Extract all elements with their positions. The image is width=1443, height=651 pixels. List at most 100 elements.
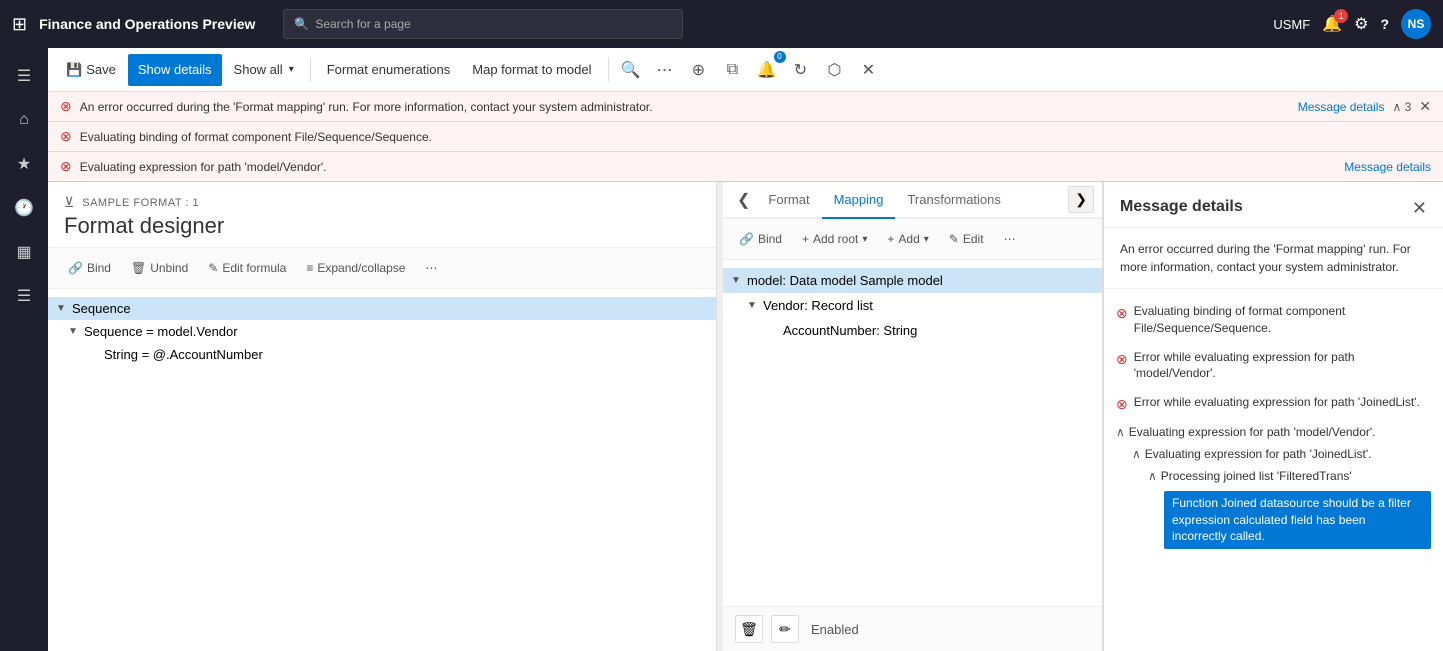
msg-error-item-2: ⊗ Error while evaluating expression for … — [1112, 343, 1435, 389]
bind-button[interactable]: 🔗 Bind — [60, 254, 119, 282]
expand-collapse-button[interactable]: ≡ Expand/collapse — [298, 254, 413, 282]
main-layout: ☰ ⌂ ★ 🕐 ▦ ☰ 💾 Save Show details Show all… — [0, 48, 1443, 651]
save-button[interactable]: 💾 Save — [56, 54, 126, 86]
tree-item-sequence[interactable]: ▼ Sequence — [48, 297, 716, 320]
designer-subtitle: SAMPLE FORMAT : 1 — [82, 197, 199, 209]
user-avatar[interactable]: NS — [1401, 9, 1431, 39]
edit-formula-button[interactable]: ✎ Edit formula — [200, 254, 294, 282]
tab-format[interactable]: Format — [756, 182, 821, 219]
search-placeholder: Search for a page — [315, 17, 410, 31]
error-icon-2: ⊗ — [60, 128, 72, 145]
msg-error-text-1: Evaluating binding of format component F… — [1134, 303, 1431, 337]
toolbar-sep-2 — [608, 58, 609, 82]
msg-tree-item-4: Function Joined datasource should be a f… — [1112, 487, 1435, 553]
refresh-button[interactable]: ↻ — [785, 54, 817, 86]
mapping-bind-button[interactable]: 🔗 Bind — [731, 225, 790, 253]
sidebar-item-workspaces[interactable]: ▦ — [4, 232, 44, 272]
tree-item-sequence-vendor-label: Sequence = model.Vendor — [84, 324, 238, 339]
notification-toolbar-button[interactable]: 🔔 0 — [751, 54, 783, 86]
model-item-root-label: model: Data model Sample model — [747, 273, 943, 288]
format-enumerations-label: Format enumerations — [327, 62, 451, 77]
show-details-button[interactable]: Show details — [128, 54, 222, 86]
msg-error-icon-3: ⊗ — [1116, 395, 1128, 415]
more-designer-button[interactable]: ⋯ — [417, 254, 445, 282]
unbind-button[interactable]: 🗑 Unbind — [123, 254, 196, 282]
close-errors-button[interactable]: ✕ — [1419, 98, 1431, 115]
message-details-link-3[interactable]: Message details — [1344, 160, 1431, 174]
edit-pencil-icon: ✎ — [949, 232, 959, 246]
collapse-errors-button[interactable]: ∧ 3 — [1392, 100, 1411, 114]
expand-sequence-icon: ▼ — [56, 303, 68, 314]
app-title: Finance and Operations Preview — [39, 16, 255, 32]
message-details-close-button[interactable]: ✕ — [1412, 198, 1427, 219]
tab-prev-button[interactable]: ❮ — [731, 184, 756, 216]
content-area: 💾 Save Show details Show all Format enum… — [48, 48, 1443, 651]
model-item-account[interactable]: AccountNumber: String — [723, 318, 1102, 343]
format-tree: ▼ Sequence ▼ Sequence = model.Vendor Str… — [48, 289, 716, 651]
add-root-label: Add root — [813, 232, 858, 246]
link-button[interactable]: ⊕ — [683, 54, 715, 86]
msg-tree-label-2: Evaluating expression for path 'JoinedLi… — [1145, 447, 1372, 461]
map-format-button[interactable]: Map format to model — [462, 54, 601, 86]
left-sidebar: ☰ ⌂ ★ 🕐 ▦ ☰ — [0, 48, 48, 651]
filter-icon: ⊻ — [64, 194, 74, 211]
model-item-root[interactable]: ▼ model: Data model Sample model — [723, 268, 1102, 293]
message-details-header: Message details ✕ — [1104, 182, 1443, 228]
format-enumerations-button[interactable]: Format enumerations — [317, 54, 461, 86]
sidebar-item-recent[interactable]: 🕐 — [4, 188, 44, 228]
tree-item-string-account[interactable]: String = @.AccountNumber — [48, 343, 716, 366]
delete-footer-button[interactable]: 🗑 — [735, 615, 763, 643]
save-label: Save — [86, 62, 116, 77]
more-options-button[interactable]: ⋯ — [649, 54, 681, 86]
tab-transformations[interactable]: Transformations — [895, 182, 1012, 219]
add-button[interactable]: + Add ▾ — [879, 225, 936, 253]
msg-tree-expand-2[interactable]: ∧ — [1132, 447, 1141, 461]
model-item-vendor[interactable]: ▼ Vendor: Record list — [723, 293, 1102, 318]
msg-tree-expand-1[interactable]: ∧ — [1116, 425, 1125, 439]
tree-item-string-account-label: String = @.AccountNumber — [104, 347, 263, 362]
msg-error-text-2: Error while evaluating expression for pa… — [1134, 349, 1431, 383]
msg-tree-expand-3[interactable]: ∧ — [1148, 469, 1157, 483]
bell-icon-btn[interactable]: 🔔 1 — [1322, 14, 1342, 34]
error-text-3: Evaluating expression for path 'model/Ve… — [80, 160, 1337, 174]
edit-button[interactable]: ✎ Edit — [941, 225, 992, 253]
help-icon-btn[interactable]: ? — [1380, 16, 1389, 32]
app-grid-icon[interactable]: ⊞ — [12, 14, 27, 35]
error-area: ⊗ An error occurred during the 'Format m… — [48, 92, 1443, 182]
expand-collapse-label: Expand/collapse — [317, 261, 405, 275]
add-root-button[interactable]: + Add root ▾ — [794, 225, 875, 253]
tree-item-sequence-label: Sequence — [72, 301, 131, 316]
search-icon: 🔍 — [294, 17, 309, 31]
main-toolbar: 💾 Save Show details Show all Format enum… — [48, 48, 1443, 92]
message-details-link-1[interactable]: Message details — [1298, 100, 1385, 114]
model-tree: ▼ model: Data model Sample model ▼ Vendo… — [723, 260, 1102, 606]
sidebar-item-favorites[interactable]: ★ — [4, 144, 44, 184]
top-nav-right: USMF 🔔 1 ⚙ ? NS — [1273, 9, 1431, 39]
external-link-button[interactable]: ⧉ — [717, 54, 749, 86]
designer-toolbar: 🔗 Bind 🗑 Unbind ✎ Edit formula ≡ Expand/… — [48, 248, 716, 289]
close-toolbar-button[interactable]: ✕ — [853, 54, 885, 86]
error-row-1: ⊗ An error occurred during the 'Format m… — [48, 92, 1443, 122]
sidebar-item-modules[interactable]: ☰ — [4, 276, 44, 316]
settings-icon-btn[interactable]: ⚙ — [1354, 14, 1368, 34]
error-text-2: Evaluating binding of format component F… — [80, 130, 1431, 144]
tab-next-button[interactable]: ❯ — [1068, 186, 1094, 213]
edit-footer-button[interactable]: ✏ — [771, 615, 799, 643]
designer-header: ⊻ SAMPLE FORMAT : 1 Format designer — [48, 182, 716, 248]
search-bar[interactable]: 🔍 Search for a page — [283, 9, 683, 39]
add-label: Add — [898, 232, 919, 246]
msg-error-icon-1: ⊗ — [1116, 304, 1128, 324]
link-icon: 🔗 — [68, 261, 83, 275]
tab-mapping-label: Mapping — [834, 192, 884, 207]
show-all-button[interactable]: Show all — [224, 54, 304, 86]
tree-item-sequence-vendor[interactable]: ▼ Sequence = model.Vendor — [48, 320, 716, 343]
sidebar-item-menu[interactable]: ☰ — [4, 56, 44, 96]
error-text-1: An error occurred during the 'Format map… — [80, 100, 1290, 114]
open-new-button[interactable]: ⬡ — [819, 54, 851, 86]
expand-icon: ≡ — [306, 261, 313, 275]
search-toolbar-button[interactable]: 🔍 — [615, 54, 647, 86]
more-mapping-button[interactable]: ⋯ — [996, 225, 1024, 253]
message-details-title: Message details — [1120, 198, 1243, 216]
tab-mapping[interactable]: Mapping — [822, 182, 896, 219]
sidebar-item-home[interactable]: ⌂ — [4, 100, 44, 140]
